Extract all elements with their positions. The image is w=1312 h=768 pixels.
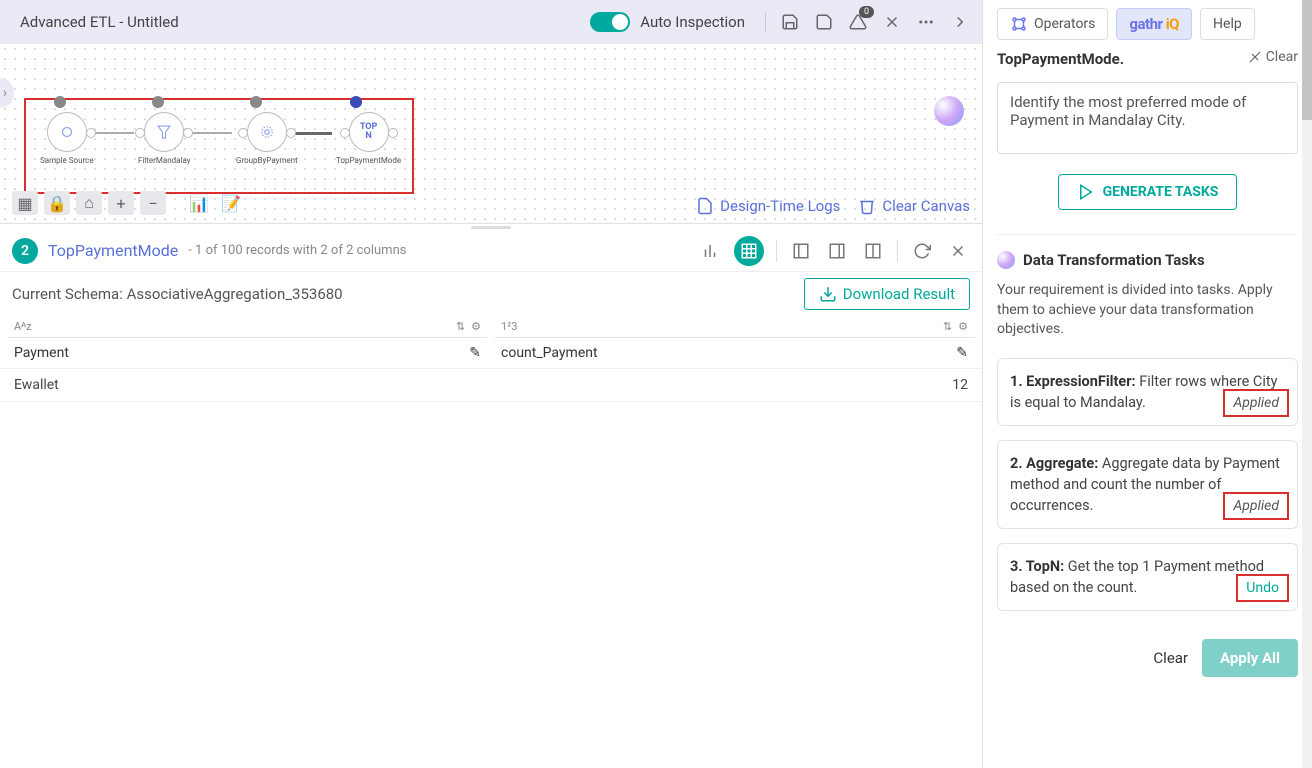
col-type-icon: Aᴬz: [14, 320, 32, 333]
bar-chart-icon[interactable]: [698, 239, 722, 263]
prompt-input[interactable]: Identify the most preferred mode of Paym…: [997, 82, 1298, 154]
context-title: TopPaymentMode.: [997, 50, 1124, 68]
tasks-section-title: Data Transformation Tasks: [997, 251, 1298, 269]
gear-icon[interactable]: ⚙: [471, 320, 481, 333]
side-panel: Operators gathr iQ Help TopPaymentMode. …: [982, 0, 1312, 768]
lock-icon[interactable]: 🔒: [44, 191, 70, 215]
node-sample-source[interactable]: [47, 112, 87, 152]
panel2-icon[interactable]: [825, 239, 849, 263]
forward-icon[interactable]: [950, 12, 970, 32]
canvas-toolbar: ▦ 🔒 ⌂ + − 📊 📝: [12, 191, 244, 215]
app-title: Advanced ETL - Untitled: [20, 13, 179, 31]
grid-icon[interactable]: ▦: [12, 191, 38, 215]
task-status-applied[interactable]: Applied: [1223, 492, 1289, 520]
apply-all-button[interactable]: Apply All: [1202, 639, 1298, 677]
notes-icon[interactable]: 📝: [218, 191, 244, 215]
task-card: 1. ExpressionFilter: Filter rows where C…: [997, 358, 1298, 426]
step-subtitle: - 1 of 100 records with 2 of 2 columns: [188, 243, 406, 258]
panel3-icon[interactable]: [861, 239, 885, 263]
schema-label: Current Schema: AssociativeAggregation_3…: [12, 285, 343, 303]
minus-icon[interactable]: −: [140, 191, 166, 215]
save-icon[interactable]: [814, 12, 834, 32]
scrollbar[interactable]: [1302, 0, 1312, 768]
cell-payment: Ewallet: [8, 369, 487, 401]
sort-icon[interactable]: ⇅: [943, 320, 952, 333]
clear-prompt-button[interactable]: Clear: [1248, 49, 1298, 65]
cell-count: 12: [495, 369, 974, 401]
download-result-button[interactable]: Download Result: [804, 278, 970, 310]
panel1-icon[interactable]: [789, 239, 813, 263]
node-filter[interactable]: [144, 112, 184, 152]
chart-icon[interactable]: 📊: [186, 191, 212, 215]
alerts-badge: 0: [859, 6, 874, 18]
column-name: count_Payment: [501, 345, 598, 361]
tasks-section-desc: Your requirement is divided into tasks. …: [997, 281, 1298, 340]
pipeline-canvas[interactable]: › Sample Source FilterMandalay GroupByPa…: [0, 44, 982, 224]
clear-canvas-link[interactable]: Clear Canvas: [858, 197, 970, 215]
task-status-undo[interactable]: Undo: [1236, 574, 1289, 602]
auto-inspection-label: Auto Inspection: [640, 13, 745, 31]
node-topn[interactable]: TOPN: [349, 112, 389, 152]
table-row: Ewallet 12: [0, 368, 982, 402]
design-time-logs-link[interactable]: Design-Time Logs: [696, 197, 840, 215]
auto-inspection-toggle[interactable]: [590, 12, 630, 32]
tab-gathr-iq[interactable]: gathr iQ: [1116, 8, 1192, 40]
step-badge: 2: [12, 238, 38, 264]
plus-icon[interactable]: +: [108, 191, 134, 215]
more-icon[interactable]: [916, 12, 936, 32]
edit-icon[interactable]: ✎: [469, 345, 481, 361]
table-view-icon[interactable]: [734, 236, 764, 266]
alerts-icon[interactable]: 0: [848, 12, 868, 32]
save-as-icon[interactable]: [780, 12, 800, 32]
edit-icon[interactable]: ✎: [956, 345, 968, 361]
ai-orb-icon: [997, 251, 1015, 269]
home-icon[interactable]: ⌂: [76, 191, 102, 215]
task-status-applied[interactable]: Applied: [1223, 389, 1289, 417]
tab-help[interactable]: Help: [1200, 8, 1255, 40]
close-panel-icon[interactable]: [946, 239, 970, 263]
col-type-icon: 1²3: [501, 320, 517, 333]
topbar: Advanced ETL - Untitled Auto Inspection …: [0, 0, 982, 44]
refresh-icon[interactable]: [910, 239, 934, 263]
step-title: TopPaymentMode: [48, 241, 178, 260]
close-icon[interactable]: [882, 12, 902, 32]
sort-icon[interactable]: ⇅: [456, 320, 465, 333]
gear-icon[interactable]: ⚙: [958, 320, 968, 333]
expand-handle[interactable]: ›: [0, 78, 14, 108]
ai-assistant-orb[interactable]: [934, 96, 964, 126]
tab-operators[interactable]: Operators: [997, 8, 1108, 40]
column-name: Payment: [14, 345, 69, 361]
task-card: 3. TopN: Get the top 1 Payment method ba…: [997, 543, 1298, 611]
clear-tasks-button[interactable]: Clear: [1153, 649, 1188, 667]
task-card: 2. Aggregate: Aggregate data by Payment …: [997, 440, 1298, 529]
generate-tasks-button[interactable]: GENERATE TASKS: [1058, 174, 1238, 210]
node-groupby[interactable]: [247, 112, 287, 152]
data-panel-header: 2 TopPaymentMode - 1 of 100 records with…: [0, 230, 982, 272]
gathr-logo: gathr iQ: [1129, 15, 1179, 33]
